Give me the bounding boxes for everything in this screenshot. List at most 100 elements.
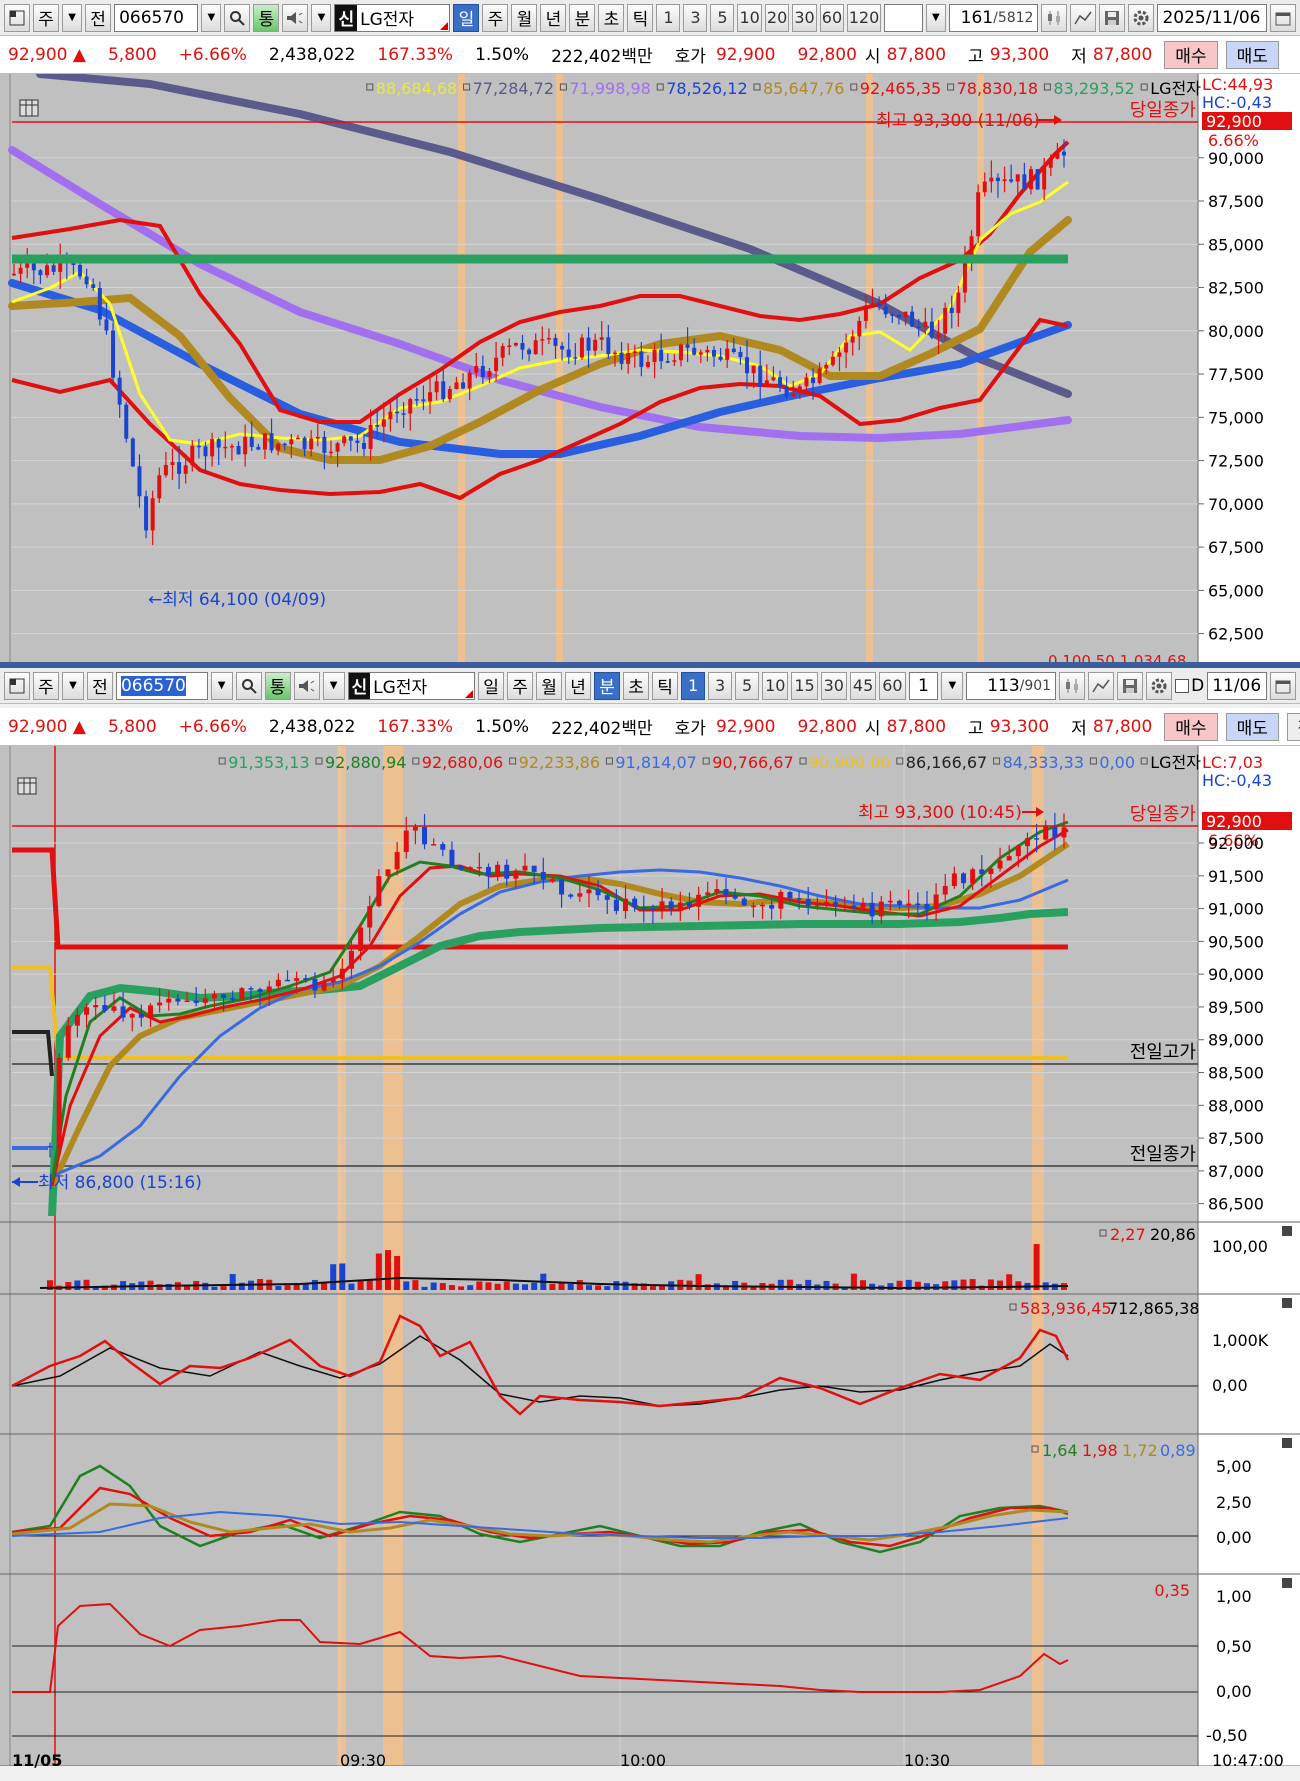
panel-close-icon[interactable] (1282, 1226, 1292, 1236)
interval-button[interactable]: 30 (792, 3, 817, 32)
interval-button[interactable]: 15 (791, 671, 818, 700)
tong-button[interactable]: 통 (253, 3, 280, 32)
chevron-down-icon[interactable]: ▼ (62, 3, 83, 32)
type-button[interactable]: 전 (85, 3, 112, 32)
interval-button[interactable]: 60 (819, 3, 845, 32)
interval-button[interactable]: 1 (681, 671, 706, 700)
interval-button[interactable]: 3 (683, 3, 708, 32)
tab-week[interactable]: 주 (482, 3, 509, 32)
chart-settings-icon[interactable] (17, 777, 37, 795)
buy-button[interactable]: 매수 (1164, 40, 1218, 69)
interval-button[interactable]: 10 (762, 671, 789, 700)
volume-bar (65, 1282, 72, 1290)
sell-button[interactable]: 매도 (1225, 712, 1279, 741)
search-icon[interactable] (235, 671, 262, 700)
tab-month[interactable]: 월 (536, 671, 563, 700)
candle-body (385, 869, 391, 877)
date-input[interactable]: 2025/11/06 (1157, 3, 1267, 32)
tab-week[interactable]: 주 (507, 671, 534, 700)
legend-item: 91,814,07 (615, 753, 696, 772)
candle-body (381, 419, 386, 427)
type-button[interactable]: 전 (86, 671, 113, 700)
tab-second[interactable]: 초 (598, 3, 625, 32)
candle-body (883, 306, 888, 315)
bottom-minute-chart[interactable]: LG전자 0,00 84,333,33 86,166,67 90,900,00 90,76… (0, 746, 1300, 1776)
interval-button[interactable]: 3 (708, 671, 733, 700)
stock-name-box[interactable]: 신 LG전자 (334, 3, 451, 32)
tab-month[interactable]: 월 (511, 3, 538, 32)
save-icon[interactable] (1099, 3, 1126, 32)
interval-button[interactable]: 1 (656, 3, 681, 32)
tab-tick[interactable]: 틱 (627, 3, 654, 32)
tab-day[interactable]: 일 (478, 671, 505, 700)
code-input[interactable]: 066570 (114, 3, 199, 32)
sell-button[interactable]: 매도 (1225, 40, 1279, 69)
interval-button[interactable]: 30 (820, 671, 847, 700)
buy-button[interactable]: 매수 (1164, 712, 1218, 741)
interval-button[interactable]: 5 (710, 3, 735, 32)
search-icon[interactable] (224, 3, 251, 32)
tab-year[interactable]: 년 (540, 3, 567, 32)
panel-close-icon[interactable] (1282, 1578, 1292, 1588)
interval-dropdown-icon[interactable]: ▼ (925, 3, 946, 32)
calendar-icon[interactable] (1270, 671, 1297, 700)
osc1-axis-tick: 1,000K (1212, 1331, 1269, 1350)
candle-settings-icon[interactable] (1041, 3, 1068, 32)
candle-body (440, 844, 446, 850)
custom-interval-input[interactable] (883, 3, 923, 32)
period-button[interactable]: 주 (33, 671, 59, 700)
window-menu-icon[interactable] (4, 3, 30, 32)
tab-minute[interactable]: 분 (594, 671, 621, 700)
code-dropdown-icon[interactable]: ▼ (210, 671, 233, 700)
interval-button[interactable]: 10 (737, 3, 762, 32)
multiplier-dropdown-icon[interactable]: ▼ (941, 671, 964, 700)
speaker-icon[interactable] (293, 671, 320, 700)
gear-icon[interactable] (1128, 3, 1155, 32)
tab-second[interactable]: 초 (623, 671, 650, 700)
tab-day[interactable]: 일 (453, 3, 480, 32)
candle-body (887, 900, 893, 903)
candle-body (269, 433, 274, 451)
save-icon[interactable] (1117, 671, 1144, 700)
candle-body (949, 307, 954, 314)
interval-button[interactable]: 120 (847, 3, 881, 32)
panel-close-icon[interactable] (1282, 1438, 1292, 1448)
tong-button[interactable]: 통 (264, 671, 291, 700)
candle-body (705, 349, 710, 353)
drawing-tool-icon[interactable] (1070, 3, 1097, 32)
candle-body (494, 357, 499, 372)
speaker-dropdown-icon[interactable]: ▼ (311, 3, 332, 32)
speaker-dropdown-icon[interactable]: ▼ (322, 671, 345, 700)
code-dropdown-icon[interactable]: ▼ (201, 3, 222, 32)
multiplier-input[interactable]: 1 (908, 671, 939, 700)
d-checkbox[interactable]: D (1175, 676, 1204, 696)
osc1-axis-tick: 0,00 (1212, 1376, 1248, 1395)
interval-button[interactable]: 45 (849, 671, 877, 700)
calendar-icon[interactable] (1270, 3, 1296, 32)
stock-name-box[interactable]: 신 LG전자 (347, 671, 476, 700)
chevron-down-icon[interactable]: ▼ (62, 671, 84, 700)
drawing-tool-icon[interactable] (1088, 671, 1115, 700)
window-menu-icon[interactable] (4, 671, 30, 700)
interval-button[interactable]: 60 (879, 671, 906, 700)
tab-tick[interactable]: 틱 (652, 671, 679, 700)
interval-button[interactable]: 5 (735, 671, 760, 700)
interval-button[interactable]: 20 (764, 3, 790, 32)
candle-body (422, 826, 428, 845)
panel-close-icon[interactable] (1282, 1298, 1292, 1308)
speaker-icon[interactable] (282, 3, 309, 32)
candle-settings-icon[interactable] (1059, 671, 1086, 700)
period-button[interactable]: 주 (33, 3, 59, 32)
count-input[interactable]: 113/901 (966, 671, 1057, 700)
top-price-chart[interactable]: LG전자 83,293,52 78,830,18 92,465,35 85,647,76… (0, 70, 1300, 670)
date-input[interactable]: 11/06 (1207, 671, 1268, 700)
chart-settings-icon[interactable] (19, 99, 39, 117)
count-input[interactable]: 161/5812 (948, 3, 1039, 32)
tab-minute[interactable]: 분 (569, 3, 596, 32)
code-input[interactable]: 066570 (115, 671, 208, 700)
gear-icon[interactable] (1146, 671, 1173, 700)
tab-year[interactable]: 년 (565, 671, 592, 700)
volume-axis-tick: 100,00 (1212, 1237, 1268, 1256)
flat-button[interactable]: 평 (1286, 712, 1300, 741)
candle-body (193, 1000, 199, 1003)
